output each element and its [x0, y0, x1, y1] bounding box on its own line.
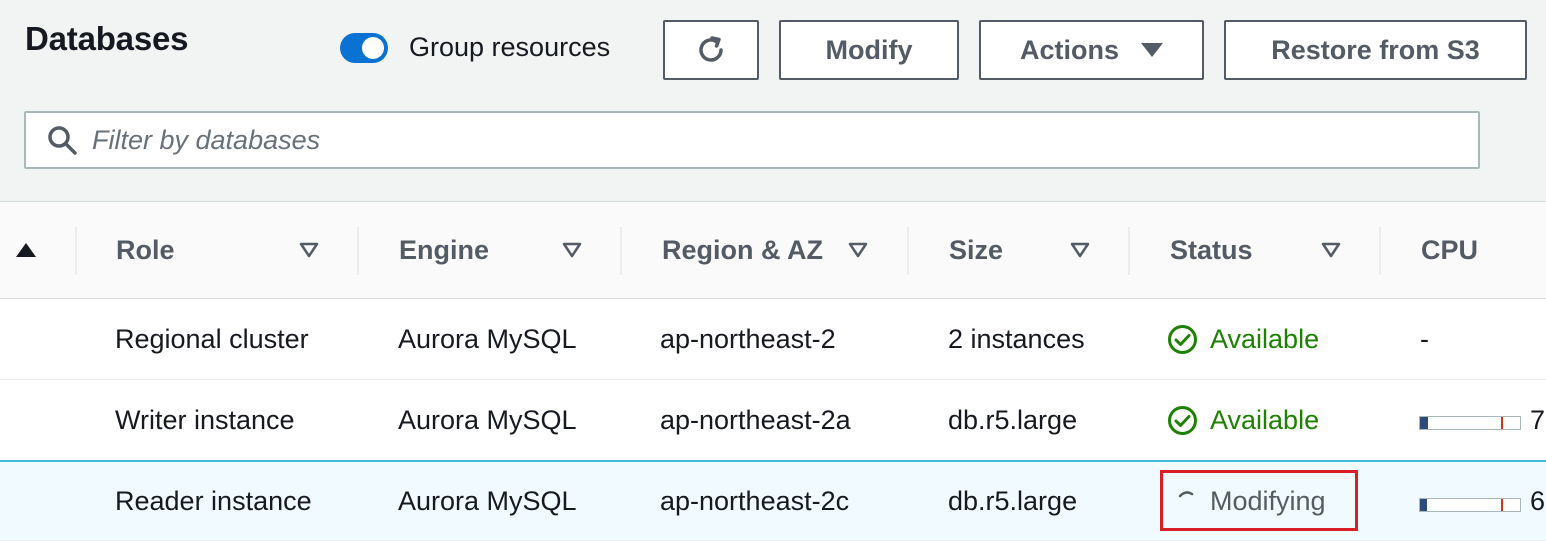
cpu-threshold-marker — [1501, 499, 1503, 511]
cell-size: db.r5.large — [948, 485, 1078, 516]
toggle-switch[interactable] — [340, 32, 388, 63]
cell-engine: Aurora MySQL — [398, 323, 577, 354]
status-badge: Available — [1167, 380, 1319, 460]
cell-cpu: - — [1420, 323, 1429, 354]
sort-filter-icon[interactable] — [1321, 242, 1341, 258]
column-separator — [1379, 227, 1381, 275]
cpu-bar-fill — [1420, 499, 1427, 511]
table-row[interactable]: Regional cluster Aurora MySQL ap-northea… — [0, 299, 1546, 380]
cell-role: Regional cluster — [115, 323, 309, 354]
modify-button[interactable]: Modify — [779, 20, 959, 80]
check-circle-icon — [1168, 405, 1197, 435]
search-field[interactable] — [24, 111, 1480, 169]
cell-engine: Aurora MySQL — [398, 404, 577, 435]
column-separator — [620, 227, 622, 275]
cell-role: Reader instance — [115, 485, 312, 516]
sort-filter-icon[interactable] — [299, 242, 319, 258]
sort-ascending-icon[interactable] — [16, 243, 36, 257]
column-separator — [75, 227, 77, 275]
cell-region: ap-northeast-2a — [660, 404, 851, 435]
cell-engine: Aurora MySQL — [398, 485, 577, 516]
status-badge: Available — [1167, 299, 1319, 379]
cpu-value: 6 — [1530, 485, 1546, 516]
actions-label: Actions — [1019, 34, 1119, 65]
cpu-threshold-marker — [1501, 417, 1503, 429]
group-resources-toggle[interactable]: Group resources — [340, 32, 610, 63]
sort-filter-icon[interactable] — [848, 242, 868, 258]
column-header-region[interactable]: Region & AZ — [662, 202, 823, 299]
restore-from-s3-button[interactable]: Restore from S3 — [1224, 20, 1527, 80]
check-circle-icon — [1168, 324, 1197, 354]
cpu-value: 7 — [1530, 404, 1546, 435]
cell-region: ap-northeast-2c — [660, 485, 850, 516]
column-header-engine[interactable]: Engine — [399, 202, 489, 299]
highlight-annotation — [1160, 470, 1358, 531]
actions-dropdown-button[interactable]: Actions — [979, 20, 1204, 80]
cell-size: db.r5.large — [948, 404, 1078, 435]
search-icon — [48, 126, 77, 155]
table-row[interactable]: Writer instance Aurora MySQL ap-northeas… — [0, 380, 1546, 461]
toggle-knob — [362, 36, 384, 59]
table-header: Role Engine Region & AZ Size Status CPU — [0, 202, 1546, 299]
refresh-button[interactable] — [663, 20, 759, 80]
column-header-status[interactable]: Status — [1170, 202, 1253, 299]
cell-role: Writer instance — [115, 404, 295, 435]
column-header-role[interactable]: Role — [116, 202, 175, 299]
group-resources-label: Group resources — [409, 32, 611, 62]
column-separator — [357, 227, 359, 275]
cpu-utilization-bar — [1419, 416, 1521, 430]
sort-filter-icon[interactable] — [1070, 242, 1090, 258]
column-header-size[interactable]: Size — [949, 202, 1003, 299]
cpu-utilization-bar — [1419, 498, 1521, 512]
refresh-icon — [699, 36, 723, 62]
column-separator — [907, 227, 909, 275]
cell-size: 2 instances — [948, 323, 1085, 354]
search-input[interactable] — [92, 124, 1392, 156]
caret-down-icon — [1141, 43, 1163, 57]
sort-filter-icon[interactable] — [562, 242, 582, 258]
cpu-bar-fill — [1420, 417, 1428, 429]
column-header-cpu[interactable]: CPU — [1421, 202, 1478, 299]
column-separator — [1128, 227, 1130, 275]
cell-region: ap-northeast-2 — [660, 323, 836, 354]
page-title: Databases — [25, 20, 189, 57]
